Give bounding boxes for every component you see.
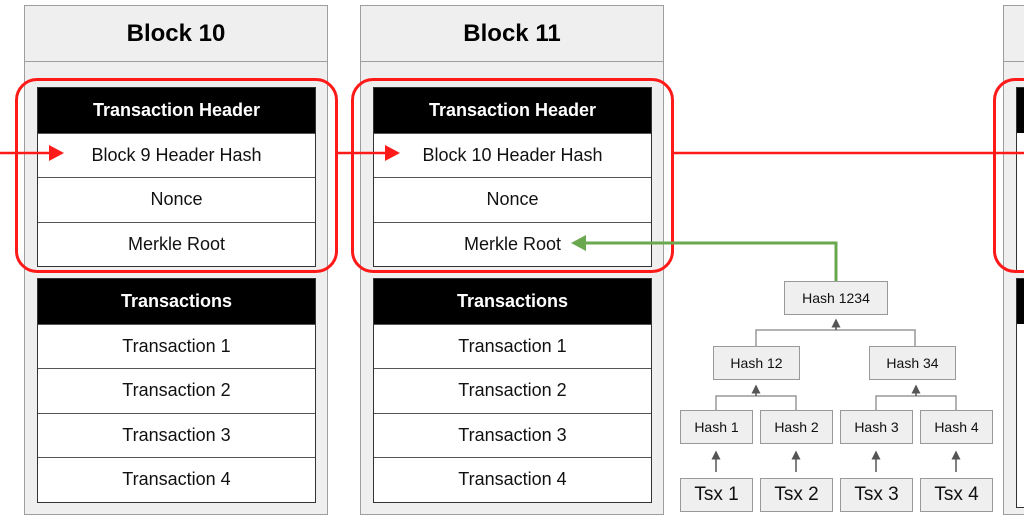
hash-node: Hash 1 (680, 410, 753, 444)
tsx-node: Tsx 1 (680, 478, 753, 512)
tsx-node: Tsx 2 (760, 478, 833, 512)
transactions-title: Transactions (38, 279, 315, 324)
transaction-row: Transaction 3 (38, 412, 315, 458)
transaction-row: Transaction 4 (374, 457, 651, 502)
block-title (1004, 6, 1024, 62)
transaction-row: Transaction 1 (38, 323, 315, 369)
hash-node: Hash 4 (920, 410, 993, 444)
transactions-table: Transactions Transaction 1 Transaction 2… (373, 278, 652, 503)
block-title: Block 10 (25, 6, 327, 62)
transaction-row: Transaction 1 (374, 323, 651, 369)
transactions-table: Transactions Transaction 1 Transaction 2… (37, 278, 316, 503)
transactions-title (1017, 279, 1024, 324)
hash-node: Hash 34 (869, 346, 956, 380)
tsx-node: Tsx 4 (920, 478, 993, 512)
transactions-table (1016, 278, 1024, 508)
transaction-row: Transaction 2 (38, 368, 315, 413)
merkle-root-node: Hash 1234 (784, 281, 888, 315)
header-highlight-block-10 (15, 78, 338, 273)
transaction-row: Transaction 2 (374, 368, 651, 413)
hash-node: Hash 2 (760, 410, 833, 444)
header-highlight-block-next (993, 78, 1024, 273)
tsx-node: Tsx 3 (840, 478, 913, 512)
block-title: Block 11 (361, 6, 663, 62)
header-highlight-block-11 (351, 78, 674, 273)
transactions-title: Transactions (374, 279, 651, 324)
hash-node: Hash 12 (713, 346, 800, 380)
transaction-row: Transaction 4 (38, 457, 315, 502)
hash-node: Hash 3 (840, 410, 913, 444)
transaction-row: Transaction 3 (374, 412, 651, 458)
